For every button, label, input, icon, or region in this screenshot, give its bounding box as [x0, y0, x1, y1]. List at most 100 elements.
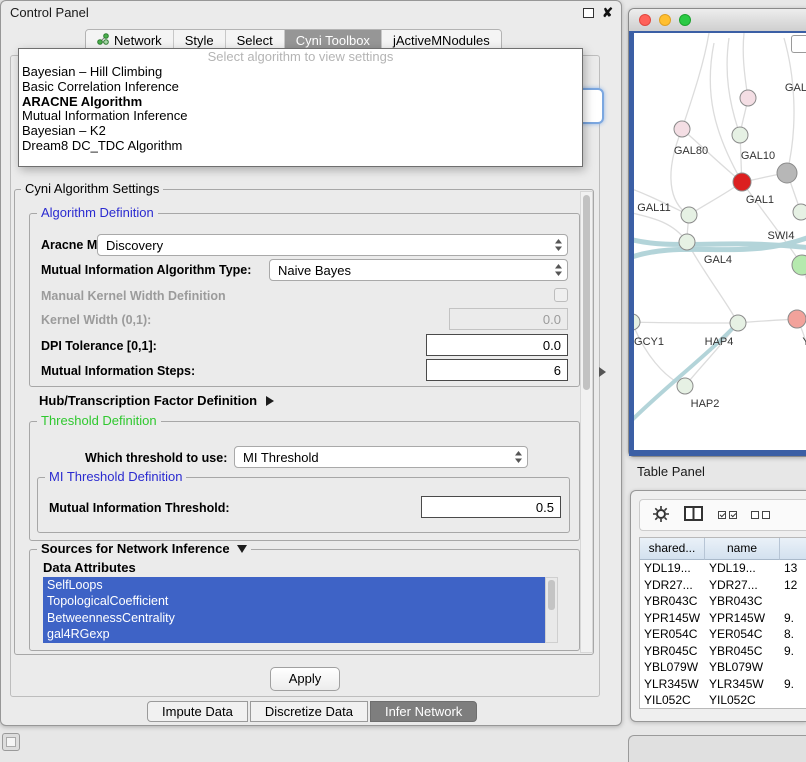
dpi-tolerance-field[interactable]: 0.0: [426, 334, 568, 356]
settings-scrollbar[interactable]: [580, 191, 593, 653]
network-node[interactable]: [679, 234, 695, 250]
table-row[interactable]: YLR345WYLR345W9.: [640, 676, 806, 693]
table-row[interactable]: YDR27...YDR27...12: [640, 577, 806, 594]
table-row[interactable]: YPR145WYPR145W9.: [640, 610, 806, 627]
sources-group-title-row[interactable]: Sources for Network Inference: [37, 542, 251, 556]
mi-threshold-group-title: MI Threshold Definition: [45, 470, 186, 484]
attribute-list-item[interactable]: SelfLoops: [43, 577, 545, 593]
manual-kernel-label: Manual Kernel Width Definition: [41, 289, 226, 303]
deselect-all-icon[interactable]: [751, 511, 770, 519]
kernel-width-value: 0.0: [543, 312, 561, 327]
data-attributes-list[interactable]: SelfLoopsTopologicalCoefficientBetweenne…: [43, 577, 545, 643]
manual-kernel-checkbox[interactable]: [554, 288, 568, 302]
close-traffic-light-icon[interactable]: [639, 14, 651, 26]
mi-steps-field[interactable]: 6: [426, 359, 568, 381]
panel-collapse-arrow-icon[interactable]: [599, 367, 606, 377]
algorithm-option[interactable]: Bayesian – K2: [19, 124, 582, 139]
table-row[interactable]: YBR045CYBR045C9.: [640, 643, 806, 660]
tab-discretize-data[interactable]: Discretize Data: [250, 701, 368, 722]
combo-arrows-icon: [514, 450, 523, 464]
kernel-width-field: 0.0: [449, 308, 568, 330]
cyni-bottom-tabs: Impute Data Discretize Data Infer Networ…: [147, 701, 477, 722]
table-row[interactable]: YBR043CYBR043C: [640, 593, 806, 610]
table-cell: YIL052C: [705, 692, 780, 709]
table-cell: YLR345W: [705, 676, 780, 693]
control-panel-titlebar[interactable]: Control Panel: [1, 1, 621, 25]
network-node[interactable]: [740, 90, 756, 106]
apply-button[interactable]: Apply: [270, 667, 340, 691]
table-toolbar: [639, 499, 806, 531]
column-header[interactable]: [780, 538, 806, 560]
tab-label: Discretize Data: [265, 704, 353, 719]
table-row[interactable]: YBL079WYBL079W: [640, 659, 806, 676]
attributes-scrollbar[interactable]: [545, 577, 558, 643]
network-node[interactable]: [681, 207, 697, 223]
network-node[interactable]: [793, 204, 806, 220]
attributes-scrollbar-thumb[interactable]: [548, 580, 555, 610]
zoom-traffic-light-icon[interactable]: [679, 14, 691, 26]
table-cell: YIL052C: [640, 692, 705, 709]
mi-threshold-field[interactable]: 0.5: [421, 496, 561, 518]
attribute-list-item[interactable]: TopologicalCoefficient: [43, 593, 545, 609]
tab-label: Infer Network: [385, 704, 462, 719]
algorithm-placeholder: Select algorithm to view settings: [19, 49, 582, 65]
mi-threshold-value: 0.5: [536, 500, 554, 515]
hub-definition-section[interactable]: Hub/Transcription Factor Definition: [39, 393, 274, 408]
network-window-titlebar[interactable]: [629, 9, 806, 32]
attribute-list-item[interactable]: gal4RGexp: [43, 626, 545, 642]
network-node[interactable]: [674, 121, 690, 137]
which-threshold-combo[interactable]: MI Threshold: [234, 446, 528, 468]
algorithm-popup-list: Bayesian – Hill ClimbingBasic Correlatio…: [19, 65, 582, 154]
algorithm-option[interactable]: Mutual Information Inference: [19, 109, 582, 124]
mi-algorithm-type-combo[interactable]: Naive Bayes: [269, 259, 568, 281]
table-row[interactable]: YDL19...YDL19...13: [640, 560, 806, 577]
column-header[interactable]: shared...: [640, 538, 705, 560]
collapsed-panel-glyph: [6, 737, 16, 747]
network-canvas[interactable]: GAL80GAL10GAL11GAL1SWI4GAL4GCY1HAP4HAP2G…: [629, 31, 806, 456]
collapse-arrow-icon[interactable]: [237, 545, 247, 553]
gear-icon[interactable]: [652, 505, 670, 526]
expand-arrow-icon[interactable]: [266, 396, 274, 406]
table-cell: YER054C: [705, 626, 780, 643]
network-node[interactable]: [777, 163, 797, 183]
kernel-width-label: Kernel Width (0,1):: [41, 313, 151, 327]
network-node[interactable]: [732, 127, 748, 143]
network-node[interactable]: [677, 378, 693, 394]
network-node[interactable]: [792, 255, 806, 275]
attribute-list-item[interactable]: BetweennessCentrality: [43, 610, 545, 626]
table-cell: YBR045C: [705, 643, 780, 660]
table-row[interactable]: YER054CYER054C8.: [640, 626, 806, 643]
background-window-edge: [628, 735, 806, 762]
network-node[interactable]: [634, 314, 640, 330]
view-toggle-button[interactable]: [791, 35, 806, 53]
network-node[interactable]: [733, 173, 751, 191]
algorithm-option[interactable]: Bayesian – Hill Climbing: [19, 65, 582, 80]
algorithm-option[interactable]: Basic Correlation Inference: [19, 80, 582, 95]
table-row[interactable]: YIL052CYIL052C: [640, 692, 806, 709]
window-controls: ✘: [583, 6, 613, 19]
combo-arrows-icon: [554, 263, 563, 277]
column-header[interactable]: name: [705, 538, 780, 560]
table-cell: YBR045C: [640, 643, 705, 660]
settings-scrollbar-thumb[interactable]: [583, 195, 590, 390]
minimize-traffic-light-icon[interactable]: [659, 14, 671, 26]
tab-impute-data[interactable]: Impute Data: [147, 701, 248, 722]
tab-infer-network[interactable]: Infer Network: [370, 701, 477, 722]
network-node[interactable]: [788, 310, 806, 328]
close-window-icon[interactable]: ✘: [602, 6, 613, 19]
network-node-label: GAL4: [704, 254, 732, 266]
float-window-icon[interactable]: [583, 8, 594, 18]
network-node-label: HAP2: [691, 398, 720, 410]
select-all-icon[interactable]: [718, 511, 737, 519]
mi-threshold-label: Mutual Information Threshold:: [49, 501, 230, 515]
table-cell: 9.: [780, 610, 806, 627]
algorithm-option[interactable]: Dream8 DC_TDC Algorithm: [19, 139, 582, 154]
algorithm-option[interactable]: ARACNE Algorithm: [19, 95, 582, 110]
aracne-mode-value: Discovery: [106, 238, 554, 253]
column-settings-icon[interactable]: [684, 506, 704, 525]
control-panel-window: Control Panel ✘ Network Style Select Cyn…: [0, 0, 622, 726]
network-node[interactable]: [730, 315, 746, 331]
table-cell: YBL079W: [640, 659, 705, 676]
aracne-mode-combo[interactable]: Discovery: [97, 234, 568, 256]
collapsed-panel-icon[interactable]: [2, 733, 20, 751]
